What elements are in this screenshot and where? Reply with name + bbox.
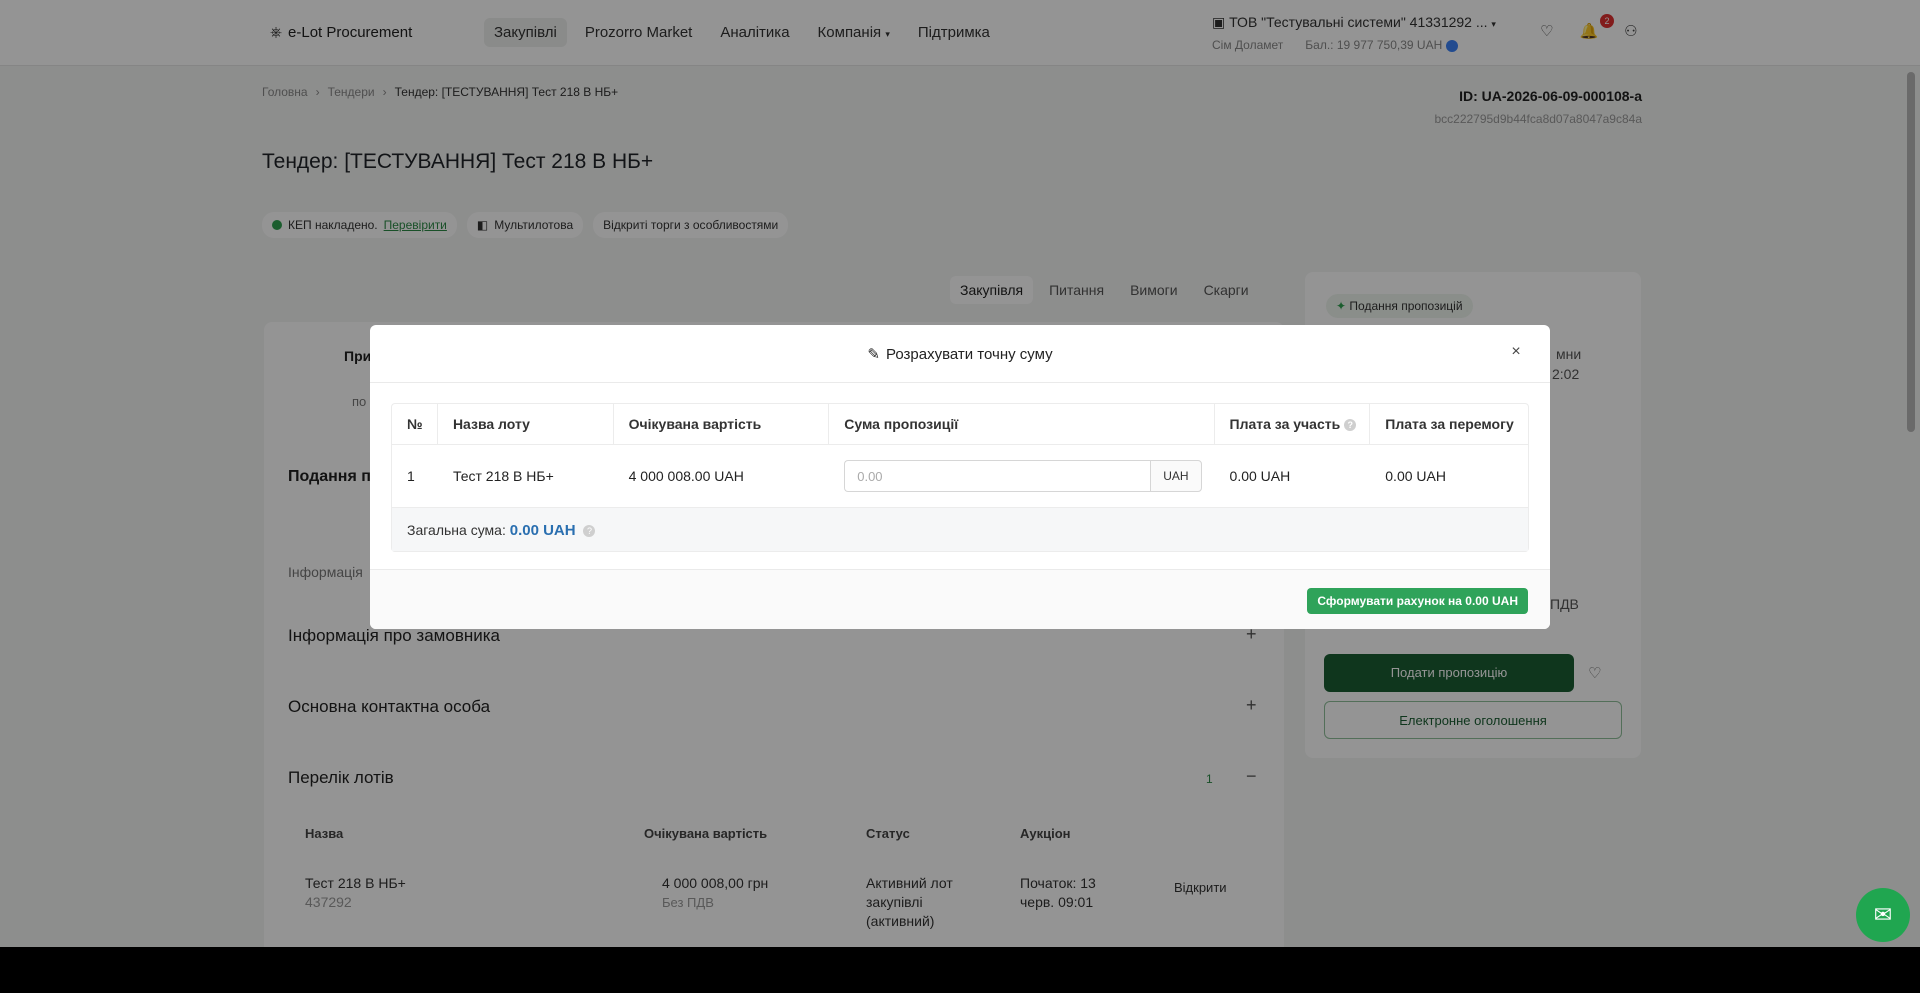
modal-header: ✎ Розрахувати точну суму × [370, 325, 1550, 383]
scrollbar[interactable] [1907, 72, 1915, 432]
col-participation-fee: Плата за участь? [1214, 404, 1371, 445]
total-row: Загальна сума: 0.00 UAH ? [392, 507, 1528, 551]
chat-icon[interactable]: ✉ [1856, 888, 1910, 942]
calculator-icon: ✎ [867, 346, 880, 363]
calculate-sum-modal: ✎ Розрахувати точну суму × № Назва лоту О… [370, 325, 1550, 629]
col-bid-amount: Сума пропозиції [829, 404, 1215, 445]
col-expected-value: Очікувана вартість [613, 404, 830, 445]
table-header: № Назва лоту Очікувана вартість Сума про… [392, 404, 1528, 445]
generate-invoice-button[interactable]: Сформувати рахунок на 0.00 UAH [1307, 588, 1528, 614]
modal-title: ✎ Розрахувати точну суму [867, 346, 1053, 363]
lots-calc-table: № Назва лоту Очікувана вартість Сума про… [391, 403, 1529, 552]
row-participation-fee: 0.00 UAH [1229, 468, 1291, 484]
row-lot-name: Тест 218 В НБ+ [452, 468, 554, 484]
total-label: Загальна сума: [407, 522, 506, 538]
row-bid-amount: UAH [829, 445, 1214, 507]
total-value: 0.00 UAH [509, 522, 576, 539]
row-win-fee: 0.00 UAH [1385, 468, 1446, 484]
currency-label: UAH [1150, 460, 1202, 492]
modal-footer: Сформувати рахунок на 0.00 UAH [370, 569, 1550, 629]
row-number: 1 [407, 468, 415, 484]
table-row: 1 Тест 218 В НБ+ 4 000 008.00 UAH UAH 0.… [392, 445, 1528, 507]
close-icon[interactable]: × [1506, 342, 1526, 362]
help-icon[interactable]: ? [583, 525, 596, 538]
help-icon[interactable]: ? [1344, 419, 1357, 432]
bid-amount-input[interactable] [844, 460, 1151, 492]
col-win-fee: Плата за перемогу [1370, 404, 1528, 445]
col-lot-name: Назва лоту [437, 404, 614, 445]
row-expected-value: 4 000 008.00 UAH [628, 468, 744, 484]
page: ⎈ e-Lot Procurement Закупівлі Prozorro M… [0, 0, 1920, 947]
col-number: № [392, 404, 438, 445]
